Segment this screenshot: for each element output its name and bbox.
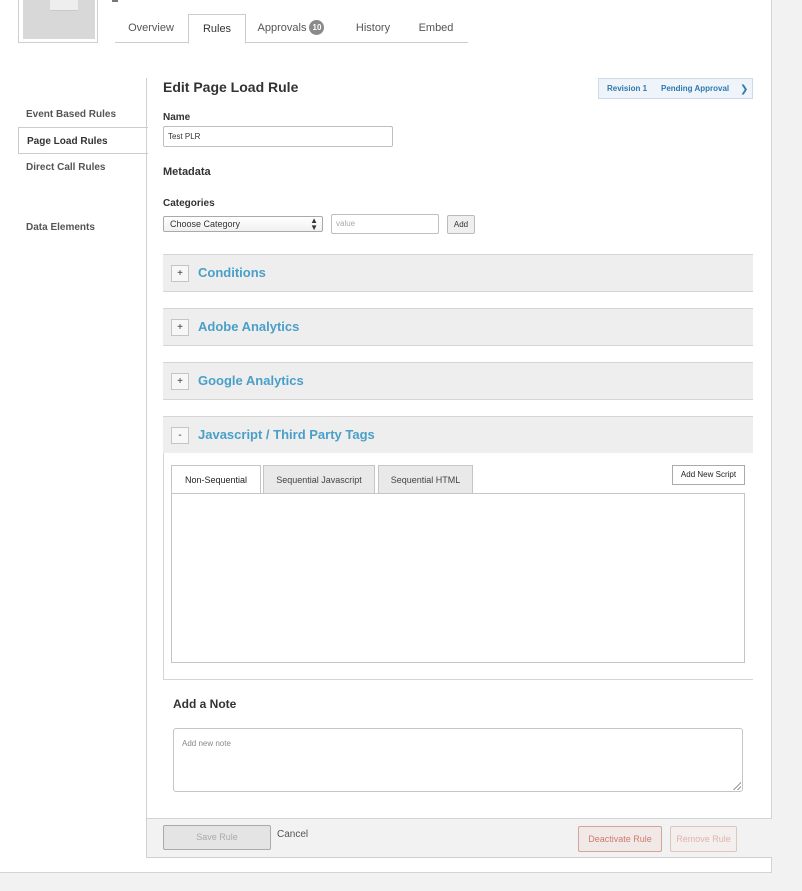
sidebar-item-page-load-rules[interactable]: Page Load Rules — [18, 127, 148, 154]
section-title-google-analytics[interactable]: Google Analytics — [198, 373, 304, 388]
category-value-input[interactable]: value — [331, 214, 439, 234]
tab-approvals[interactable]: Approvals 10 — [251, 14, 331, 43]
expand-icon[interactable]: + — [171, 265, 189, 282]
tab-approvals-label: Approvals — [257, 22, 307, 34]
page-title: Edit Page Load Rule — [163, 79, 299, 95]
expand-icon[interactable]: + — [171, 373, 189, 390]
tab-history[interactable]: History — [341, 14, 405, 43]
section-title-adobe-analytics[interactable]: Adobe Analytics — [198, 319, 299, 334]
note-placeholder: Add new note — [182, 739, 231, 748]
note-textarea[interactable]: Add new note — [173, 728, 743, 792]
select-arrows-icon: ▲ ▼ — [310, 216, 318, 232]
section-adobe-analytics: + Adobe Analytics — [163, 308, 753, 346]
metadata-heading: Metadata — [163, 166, 211, 178]
property-thumbnail[interactable] — [18, 0, 98, 43]
tab-sequential-javascript[interactable]: Sequential Javascript — [263, 465, 375, 494]
main-card: Overview Rules Approvals 10 History Embed… — [0, 0, 772, 873]
approvals-count-badge: 10 — [309, 19, 325, 35]
collapse-icon[interactable]: - — [171, 427, 189, 444]
action-footer: Save Rule Cancel Deactivate Rule Remove … — [147, 818, 772, 857]
tab-overview[interactable]: Overview — [115, 14, 187, 43]
tab-non-sequential[interactable]: Non-Sequential — [171, 465, 261, 494]
sidebar-item-data-elements[interactable]: Data Elements — [18, 214, 148, 241]
add-note-heading: Add a Note — [173, 697, 237, 711]
section-google-analytics: + Google Analytics — [163, 362, 753, 400]
deactivate-rule-button[interactable]: Deactivate Rule — [578, 826, 662, 852]
section-title-conditions[interactable]: Conditions — [198, 265, 266, 280]
tab-embed[interactable]: Embed — [407, 14, 465, 43]
header-text-fragment — [112, 0, 118, 2]
expand-icon[interactable]: + — [171, 319, 189, 336]
rule-name-input[interactable]: Test PLR — [163, 126, 393, 147]
main-panel-bottom-border — [146, 857, 772, 858]
section-title-javascript-tags[interactable]: Javascript / Third Party Tags — [198, 427, 375, 442]
document-icon — [50, 0, 78, 11]
category-select[interactable]: Choose Category ▲ ▼ — [163, 216, 323, 232]
top-tabs: Overview Rules Approvals 10 History Embed — [115, 14, 468, 44]
main-panel-border — [146, 78, 147, 858]
thumbnail-image — [23, 0, 95, 39]
resize-handle-icon[interactable] — [733, 782, 741, 790]
section-conditions: + Conditions — [163, 254, 753, 292]
remove-rule-button[interactable]: Remove Rule — [670, 826, 737, 852]
cancel-link[interactable]: Cancel — [277, 829, 308, 840]
save-rule-button[interactable]: Save Rule — [163, 825, 271, 850]
add-category-button[interactable]: Add — [447, 215, 475, 234]
category-select-value: Choose Category — [170, 219, 241, 229]
revision-status-bar[interactable]: Revision 1 Pending Approval ❯ — [598, 78, 753, 99]
revision-label[interactable]: Revision 1 — [607, 84, 647, 93]
chevron-down-icon[interactable]: ❯ — [740, 84, 748, 95]
script-list-area — [171, 493, 745, 663]
approval-status[interactable]: Pending Approval — [661, 84, 729, 93]
section-javascript-tags: - Javascript / Third Party Tags — [163, 416, 753, 454]
sidebar-item-event-based-rules[interactable]: Event Based Rules — [18, 101, 148, 128]
tab-sequential-html[interactable]: Sequential HTML — [378, 465, 473, 494]
sidebar-item-direct-call-rules[interactable]: Direct Call Rules — [18, 154, 148, 181]
add-new-script-button[interactable]: Add New Script — [672, 465, 745, 485]
tab-rules[interactable]: Rules — [188, 14, 246, 44]
categories-label: Categories — [163, 198, 215, 209]
name-label: Name — [163, 112, 191, 123]
